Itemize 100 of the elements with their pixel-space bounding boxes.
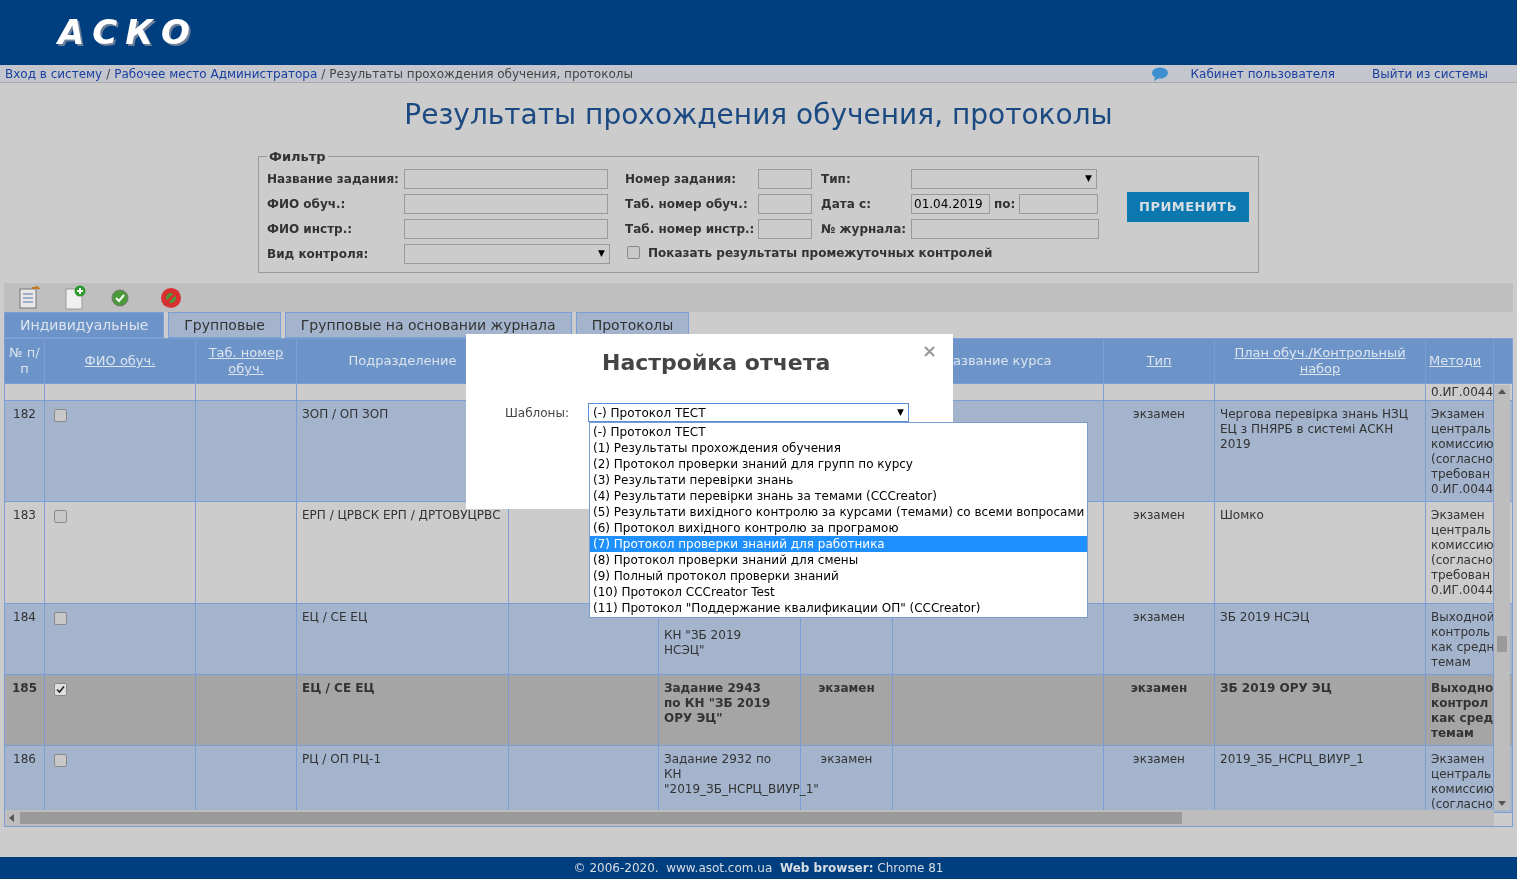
- scroll-left-icon[interactable]: [9, 814, 14, 822]
- table-cell-text: экзамен: [1132, 610, 1186, 625]
- filter-label: ФИО обуч.:: [267, 195, 347, 213]
- checkmark-icon[interactable]: [110, 287, 130, 308]
- dropdown-option[interactable]: (7) Протокол проверки знаний для работника: [590, 536, 1088, 552]
- table-cell-text: экзамен: [819, 752, 874, 767]
- table-cell: ЗОП / ОП ЗОП: [302, 407, 389, 421]
- table-cell: Выходно: [1431, 681, 1493, 696]
- dialog-title: Настройка отчета: [602, 349, 831, 377]
- dropdown-option[interactable]: (1) Результаты прохождения обучения: [590, 440, 1088, 456]
- field-label: Шаблоны:: [505, 404, 570, 422]
- report-icon[interactable]: [18, 285, 40, 310]
- breadcrumb-link[interactable]: Рабочее место Администратора: [114, 64, 318, 83]
- input-field[interactable]: [404, 168, 608, 189]
- scroll-up-icon[interactable]: [1498, 388, 1506, 394]
- table-cell: ЕЦ / СЕ ЕЦ: [302, 681, 375, 695]
- filter-label: Номер задания:: [625, 170, 738, 188]
- table-cell: 0.ИГ.0044: [1431, 482, 1493, 497]
- table-cell-text: 184: [12, 610, 37, 625]
- table-cell: ЗБ 2019 ОРУ ЭЦ: [1220, 681, 1332, 695]
- user-cabinet-link[interactable]: Кабинет пользователя: [1190, 64, 1335, 83]
- table-cell: комиссию: [1431, 437, 1493, 452]
- dropdown-option[interactable]: (-) Протокол ТЕСТ: [590, 424, 1088, 440]
- table-cell-text: экзамен: [1132, 752, 1186, 767]
- filter-label: ФИО инстр.:: [267, 220, 354, 238]
- table-cell: Экзамен: [1431, 752, 1485, 767]
- breadcrumb-separator: /: [321, 65, 326, 83]
- table-cell: требован: [1431, 568, 1490, 583]
- filter-label: Вид контроля:: [267, 245, 370, 263]
- table-cell-text: 186: [12, 752, 37, 767]
- scrollbar-thumb[interactable]: [1497, 636, 1507, 652]
- scrollbar-thumb[interactable]: [20, 812, 1182, 824]
- input-field[interactable]: [758, 193, 812, 214]
- table-cell: Выходной: [1431, 610, 1493, 625]
- table-cell-text: экзамен: [817, 681, 876, 696]
- column-header: № п/п: [8, 345, 41, 377]
- table-cell: (согласно: [1431, 452, 1493, 467]
- dropdown-option[interactable]: (3) Результати перевірки знань: [590, 472, 1088, 488]
- column-header: азвание курса: [953, 353, 1052, 369]
- date-from-field[interactable]: 01.04.2019: [911, 193, 990, 214]
- chat-icon[interactable]: [1150, 66, 1169, 81]
- tab[interactable]: Групповые: [168, 312, 281, 338]
- vertical-scrollbar[interactable]: [1494, 385, 1510, 810]
- table-cell-text: экзамен: [1129, 681, 1189, 696]
- table-cell: 0.ИГ.0044: [1431, 583, 1493, 598]
- table-cell: требован: [1431, 467, 1490, 482]
- filter-label: Тип:: [821, 170, 852, 188]
- add-document-icon[interactable]: [62, 284, 88, 311]
- table-row[interactable]: 186 РЦ / ОП РЦ-1 Задание 2932 по КН "2019_ЗБ_НСРЦ_ВИУР_1" экзамен экзамен 2019_ЗБ_НСРЦ_ВИУР_1 Экзамен централь комиссию (согласно: [5, 746, 1512, 813]
- dropdown-option[interactable]: (2) Протокол проверки знаний для групп по курсу: [590, 456, 1088, 472]
- dropdown-option[interactable]: (9) Полный протокол проверки знаний: [590, 568, 1088, 584]
- input-field[interactable]: [404, 218, 608, 239]
- checkbox[interactable]: [54, 510, 67, 523]
- checkbox[interactable]: [54, 754, 67, 767]
- select-field[interactable]: ▼: [404, 243, 610, 264]
- checkbox[interactable]: [54, 612, 67, 625]
- cancel-icon[interactable]: [160, 286, 182, 309]
- footer-text: © 2006-2020. www.asot.com.ua Web browser: Chrome 81: [573, 860, 944, 877]
- checkbox[interactable]: [54, 683, 67, 696]
- table-cell: темам: [1431, 655, 1471, 670]
- table-cell: Шомко: [1220, 508, 1264, 522]
- horizontal-scrollbar[interactable]: [5, 810, 1494, 826]
- template-select[interactable]: (-) Протокол ТЕСТ ▼: [588, 403, 909, 422]
- date-to-field[interactable]: [1019, 193, 1099, 214]
- logout-link[interactable]: Выйти из системы: [1372, 64, 1488, 83]
- breadcrumb-link[interactable]: Вход в систему: [5, 64, 103, 83]
- table-row[interactable]: 185 ЕЦ / СЕ ЕЦ Задание 2943 по КН "ЗБ 2019 ОРУ ЭЦ" экзамен экзамен ЗБ 2019 ОРУ ЭЦ Выходно контрол как сред темам: [5, 675, 1512, 746]
- column-header: Подразделение: [348, 353, 457, 369]
- scroll-down-icon[interactable]: [1498, 801, 1506, 807]
- table-cell: (согласно: [1431, 553, 1493, 568]
- input-field[interactable]: [404, 193, 608, 214]
- select-field[interactable]: ▼: [911, 168, 1097, 189]
- table-cell: 185: [10, 681, 39, 696]
- table-cell: как сред: [1431, 711, 1493, 726]
- checkbox[interactable]: [54, 409, 67, 422]
- table-cell: 2019_ЗБ_НСРЦ_ВИУР_1: [1220, 752, 1364, 766]
- table-cell-text: 182: [12, 407, 37, 422]
- tab[interactable]: Групповые на основании журнала: [284, 312, 572, 338]
- input-field[interactable]: [758, 218, 812, 239]
- apply-button[interactable]: ПРИМЕНИТЬ: [1127, 192, 1250, 222]
- table-cell-text: экзамен: [1132, 407, 1186, 422]
- filter-legend: Фильтр: [267, 147, 328, 167]
- table-cell: централь: [1431, 422, 1492, 437]
- dropdown-option[interactable]: (10) Протокол CCCreator Test: [590, 584, 1088, 600]
- table-cell: комиссию: [1431, 538, 1493, 553]
- filter-label: № журнала:: [821, 220, 908, 238]
- dropdown-option[interactable]: (8) Протокол проверки знаний для смены: [590, 552, 1088, 568]
- table-cell: комиссию: [1431, 782, 1493, 797]
- table-cell: Экзамен: [1431, 407, 1485, 422]
- input-field[interactable]: [758, 168, 812, 189]
- dropdown-option[interactable]: (4) Результати перевірки знань за темами (CCCreator): [590, 488, 1088, 504]
- table-cell-text: 183: [12, 508, 37, 523]
- input-field[interactable]: [911, 218, 1099, 239]
- table-cell: контрол: [1431, 696, 1489, 711]
- table-cell: Задание 2932 по КН "2019_ЗБ_НСРЦ_ВИУР_1": [664, 752, 819, 797]
- dropdown-option[interactable]: (6) Протокол вихідного контролю за програмою: [590, 520, 1088, 536]
- dropdown-option[interactable]: (5) Результати вихідного контролю за курсами (темами) со всеми вопросами: [590, 504, 1088, 520]
- page-title: Результаты прохождения обучения, протоколы: [404, 97, 1113, 133]
- checkbox[interactable]: [627, 246, 640, 259]
- filter-label: по:: [994, 195, 1016, 213]
